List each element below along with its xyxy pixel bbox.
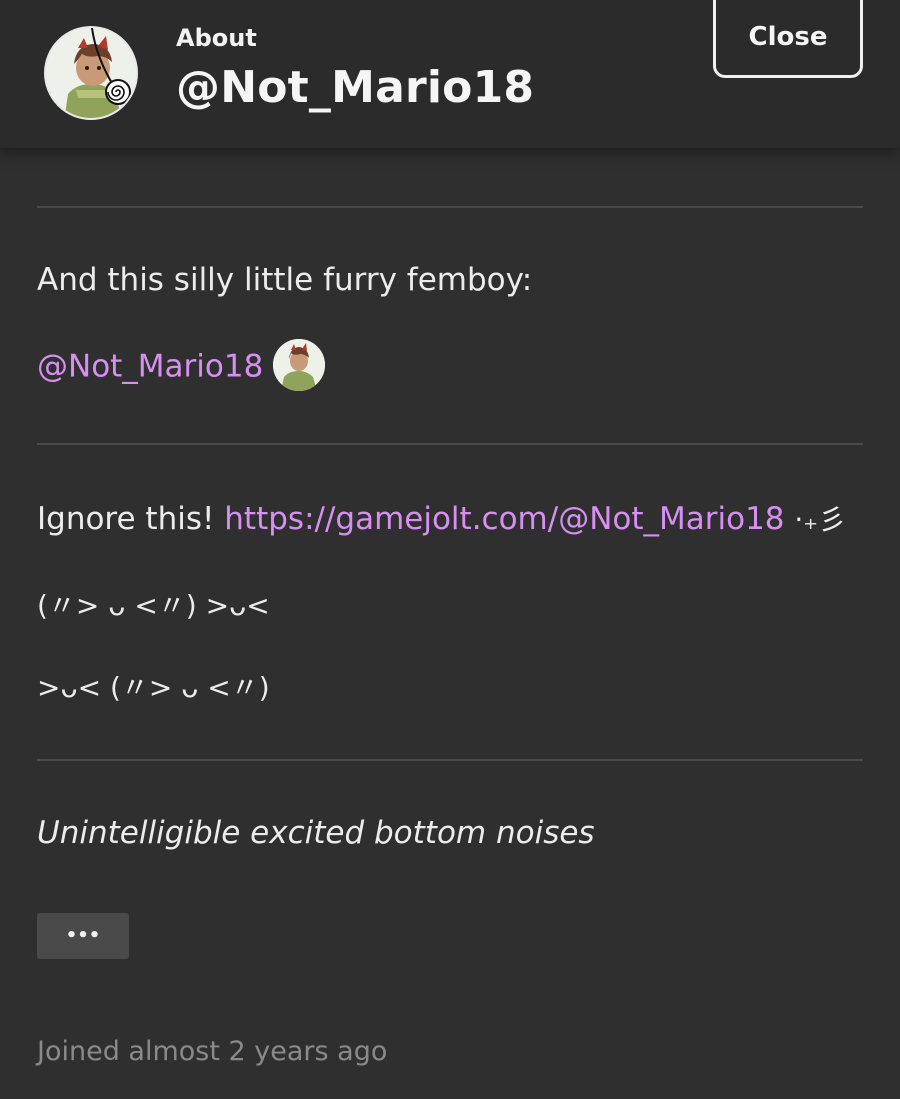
profile-username: @Not_Mario18 xyxy=(176,62,535,113)
mention-row: @Not_Mario18 xyxy=(37,339,326,394)
user-avatar[interactable] xyxy=(44,26,138,120)
user-mention-link[interactable]: @Not_Mario18 xyxy=(37,349,263,385)
sparkle-decoration: ·₊彡 xyxy=(794,503,847,536)
joined-date-text: Joined almost 2 years ago xyxy=(37,1036,388,1067)
show-more-button[interactable]: ••• xyxy=(37,913,129,959)
section-divider xyxy=(37,206,863,208)
mention-avatar[interactable] xyxy=(273,339,326,391)
kaomoji-line-2: >ᴗ< (〃> ᴗ <〃) xyxy=(37,671,270,704)
section-divider xyxy=(37,759,863,761)
close-button[interactable]: Close xyxy=(713,0,863,78)
section-divider xyxy=(37,443,863,445)
mention-avatar-character-icon xyxy=(273,339,326,391)
ignore-prefix-text: Ignore this! xyxy=(37,501,215,537)
intro-text: And this silly little furry femboy: xyxy=(37,262,533,298)
kaomoji-line-1: (〃> ᴗ <〃) >ᴗ< xyxy=(37,589,270,622)
modal-title: About xyxy=(176,24,257,52)
modal-header: About @Not_Mario18 Close xyxy=(0,0,900,148)
tagline-text: Unintelligible excited bottom noises xyxy=(37,815,595,851)
ignore-row: Ignore this! https://gamejolt.com/@Not_M… xyxy=(37,498,846,538)
avatar-character-icon xyxy=(46,28,136,118)
profile-url-link[interactable]: https://gamejolt.com/@Not_Mario18 xyxy=(224,501,784,537)
